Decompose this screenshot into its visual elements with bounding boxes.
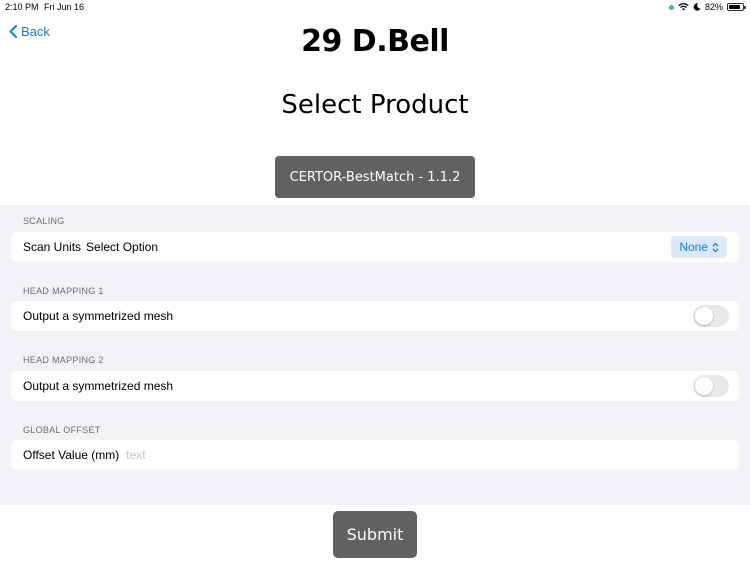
section-header-global-offset: GLOBAL OFFSET [23, 425, 101, 435]
head-mapping-1-row: Output a symmetrized mesh [11, 301, 739, 331]
battery-percent: 82% [704, 2, 723, 12]
status-bar: 2:10 PM Fri Jun 16 82% [0, 0, 750, 14]
scan-units-row: Scan Units Select Option None [11, 232, 739, 262]
symmetrized-mesh-1-label: Output a symmetrized mesh [23, 309, 174, 323]
offset-value-label: Offset Value (mm) [23, 448, 120, 462]
moon-icon [693, 3, 701, 11]
scan-units-select[interactable]: None [671, 236, 727, 258]
page-title: Select Product [281, 90, 469, 120]
scan-units-value: None [679, 240, 708, 254]
status-date: Fri Jun 16 [44, 2, 85, 12]
offset-value-input[interactable] [126, 448, 327, 462]
battery-icon [727, 3, 746, 11]
submit-button[interactable]: Submit [333, 511, 417, 558]
section-header-head-mapping-1: HEAD MAPPING 1 [23, 286, 104, 296]
product-select-button[interactable]: CERTOR-BestMatch - 1.1.2 [275, 156, 475, 198]
chevron-up-down-icon [712, 242, 719, 252]
head-mapping-2-row: Output a symmetrized mesh [11, 371, 739, 401]
camera-indicator-icon [668, 4, 674, 10]
toggle-knob [695, 377, 713, 395]
symmetrized-mesh-1-toggle[interactable] [693, 305, 729, 327]
section-header-scaling: SCALING [23, 216, 65, 226]
symmetrized-mesh-2-toggle[interactable] [693, 375, 729, 397]
scan-units-sublabel: Select Option [86, 240, 159, 254]
section-header-head-mapping-2: HEAD MAPPING 2 [23, 355, 104, 365]
scan-units-label: Scan Units [23, 240, 82, 254]
global-offset-row: Offset Value (mm) [11, 440, 739, 470]
settings-form: SCALING Scan Units Select Option None HE… [0, 205, 750, 505]
app-title: 29 D.Bell [301, 24, 449, 59]
toggle-knob [695, 307, 713, 325]
status-icons: 82% [668, 2, 746, 12]
symmetrized-mesh-2-label: Output a symmetrized mesh [23, 379, 174, 393]
status-time: 2:10 PM [5, 2, 39, 12]
wifi-icon [678, 3, 689, 11]
